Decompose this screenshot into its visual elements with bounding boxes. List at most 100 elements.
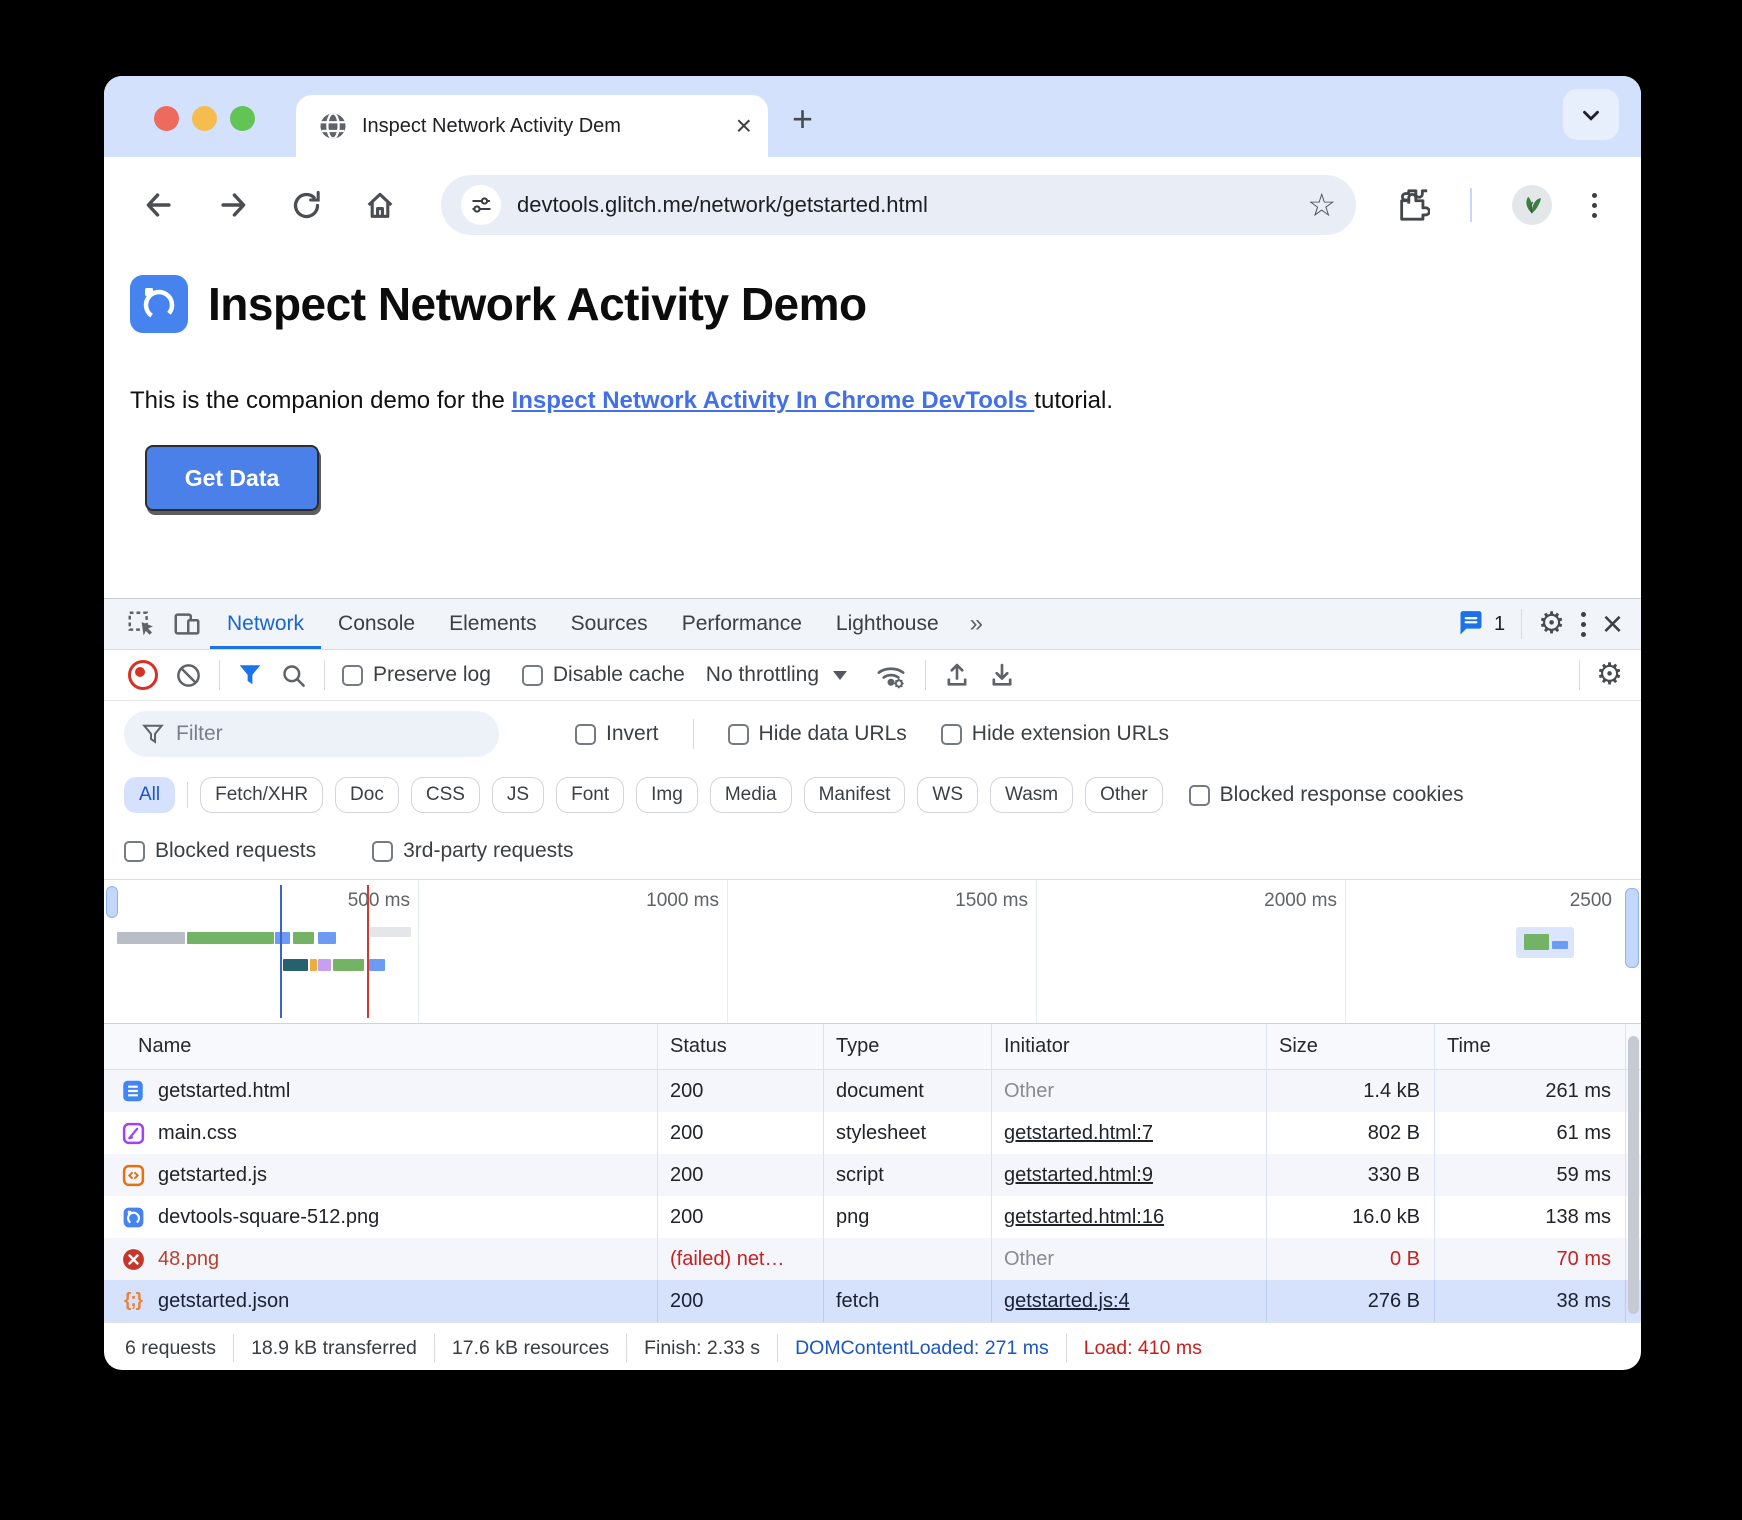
checkbox-icon[interactable] [522,665,543,686]
hide-data-urls-checkbox[interactable]: Hide data URLs [728,722,907,746]
address-bar[interactable]: devtools.glitch.me/network/getstarted.ht… [441,175,1356,235]
network-overview-timeline[interactable]: 500 ms1000 ms1500 ms2000 ms2500 [104,879,1641,1024]
clear-network-log-icon[interactable] [175,662,202,689]
site-settings-icon[interactable] [461,185,501,225]
column-header-type[interactable]: Type [824,1024,992,1069]
more-tabs-chevron-icon[interactable]: » [956,599,999,649]
column-header-size[interactable]: Size [1267,1024,1435,1069]
tutorial-link[interactable]: Inspect Network Activity In Chrome DevTo… [512,387,1035,414]
table-row[interactable]: getstarted.html200documentOther1.4 kB261… [104,1070,1641,1112]
profile-avatar[interactable] [1512,185,1552,225]
back-button[interactable] [142,188,176,222]
extensions-puzzle-icon[interactable] [1396,188,1430,222]
filter-chip-wasm[interactable]: Wasm [990,777,1073,813]
cell-name[interactable]: {;}getstarted.json [104,1280,658,1322]
table-scrollbar[interactable] [1628,1036,1639,1314]
filter-chip-js[interactable]: JS [492,777,544,813]
reload-button[interactable] [290,189,323,222]
filter-chip-doc[interactable]: Doc [335,777,399,813]
initiator-link[interactable]: getstarted.html:7 [1004,1112,1153,1154]
cell-time: 261 ms [1435,1070,1626,1112]
network-settings-gear-icon[interactable]: ⚙ [1596,660,1623,690]
devtools-tab-network[interactable]: Network [210,599,321,649]
initiator-link[interactable]: getstarted.js:4 [1004,1280,1130,1322]
request-name: main.css [158,1112,237,1154]
checkbox-icon[interactable] [728,724,749,745]
search-icon[interactable] [280,662,307,689]
devtools-settings-gear-icon[interactable]: ⚙ [1538,609,1565,639]
devtools-menu-kebab-icon[interactable] [1581,612,1586,637]
devtools-tab-elements[interactable]: Elements [432,599,554,649]
record-network-log-button[interactable] [128,660,158,690]
new-tab-button[interactable]: + [792,98,813,140]
zoom-window-button[interactable] [230,106,255,131]
overview-right-drag-handle[interactable] [1625,888,1639,968]
initiator-link[interactable]: getstarted.html:16 [1004,1196,1164,1238]
checkbox-icon[interactable] [372,841,393,862]
filter-input[interactable]: Filter [124,711,499,757]
devtools-tab-performance[interactable]: Performance [665,599,819,649]
disable-cache-checkbox[interactable]: Disable cache [522,663,685,687]
close-tab-icon[interactable]: × [736,113,752,139]
devtools-tab-console[interactable]: Console [321,599,432,649]
table-row[interactable]: devtools-square-512.png200pnggetstarted.… [104,1196,1641,1238]
third-party-requests-checkbox[interactable]: 3rd-party requests [372,839,573,863]
get-data-button[interactable]: Get Data [145,445,319,511]
blocked-response-cookies-checkbox[interactable]: Blocked response cookies [1189,783,1464,807]
filter-chip-media[interactable]: Media [710,777,792,813]
filter-chip-ws[interactable]: WS [917,777,978,813]
browser-menu-kebab-icon[interactable] [1592,193,1597,218]
checkbox-icon[interactable] [575,724,596,745]
preserve-log-checkbox[interactable]: Preserve log [342,663,491,687]
column-header-status[interactable]: Status [658,1024,824,1069]
browser-tab[interactable]: Inspect Network Activity Dem × [296,95,768,157]
home-button[interactable] [363,188,397,222]
column-header-time[interactable]: Time [1435,1024,1626,1069]
filter-chip-all[interactable]: All [124,777,175,813]
filter-chip-font[interactable]: Font [556,777,624,813]
issues-counter[interactable]: 1 [1457,611,1505,637]
cell-name[interactable]: 48.png [104,1238,658,1280]
filter-chip-css[interactable]: CSS [411,777,480,813]
cell-name[interactable]: main.css [104,1112,658,1154]
devtools-tab-lighthouse[interactable]: Lighthouse [819,599,956,649]
table-row[interactable]: getstarted.js200scriptgetstarted.html:93… [104,1154,1641,1196]
column-header-initiator[interactable]: Initiator [992,1024,1267,1069]
checkbox-icon[interactable] [941,724,962,745]
bookmark-star-icon[interactable]: ☆ [1307,186,1336,224]
initiator-link[interactable]: getstarted.html:9 [1004,1154,1153,1196]
throttling-dropdown[interactable]: No throttling [706,663,847,687]
invert-checkbox[interactable]: Invert [575,722,659,746]
overview-left-drag-handle[interactable] [106,886,118,918]
cell-name[interactable]: getstarted.html [104,1070,658,1112]
window-controls [154,106,255,131]
export-har-icon[interactable] [988,661,1016,689]
filter-chip-other[interactable]: Other [1085,777,1163,813]
filter-chip-img[interactable]: Img [636,777,698,813]
filter-funnel-icon[interactable] [237,662,263,688]
network-conditions-icon[interactable] [874,660,908,690]
forward-button[interactable] [216,188,250,222]
filter-chip-fetch-xhr[interactable]: Fetch/XHR [200,777,323,813]
cell-name[interactable]: devtools-square-512.png [104,1196,658,1238]
checkbox-icon[interactable] [1189,785,1210,806]
checkbox-icon[interactable] [342,665,363,686]
device-toolbar-icon[interactable] [164,599,210,649]
close-devtools-icon[interactable]: × [1602,608,1623,640]
checkbox-icon[interactable] [124,841,145,862]
minimize-window-button[interactable] [192,106,217,131]
devtools-tab-sources[interactable]: Sources [554,599,665,649]
close-window-button[interactable] [154,106,179,131]
filter-chip-manifest[interactable]: Manifest [804,777,906,813]
table-row[interactable]: 48.png(failed) net…Other0 B70 ms [104,1238,1641,1280]
import-har-icon[interactable] [943,661,971,689]
hide-extension-urls-checkbox[interactable]: Hide extension URLs [941,722,1169,746]
column-header-name[interactable]: Name [104,1024,658,1069]
url-text[interactable]: devtools.glitch.me/network/getstarted.ht… [517,192,928,218]
inspect-element-icon[interactable] [118,599,164,649]
cell-name[interactable]: getstarted.js [104,1154,658,1196]
table-row[interactable]: main.css200stylesheetgetstarted.html:780… [104,1112,1641,1154]
table-row[interactable]: {;}getstarted.json200fetchgetstarted.js:… [104,1280,1641,1322]
blocked-requests-checkbox[interactable]: Blocked requests [124,839,316,863]
tab-search-button[interactable] [1563,89,1619,140]
